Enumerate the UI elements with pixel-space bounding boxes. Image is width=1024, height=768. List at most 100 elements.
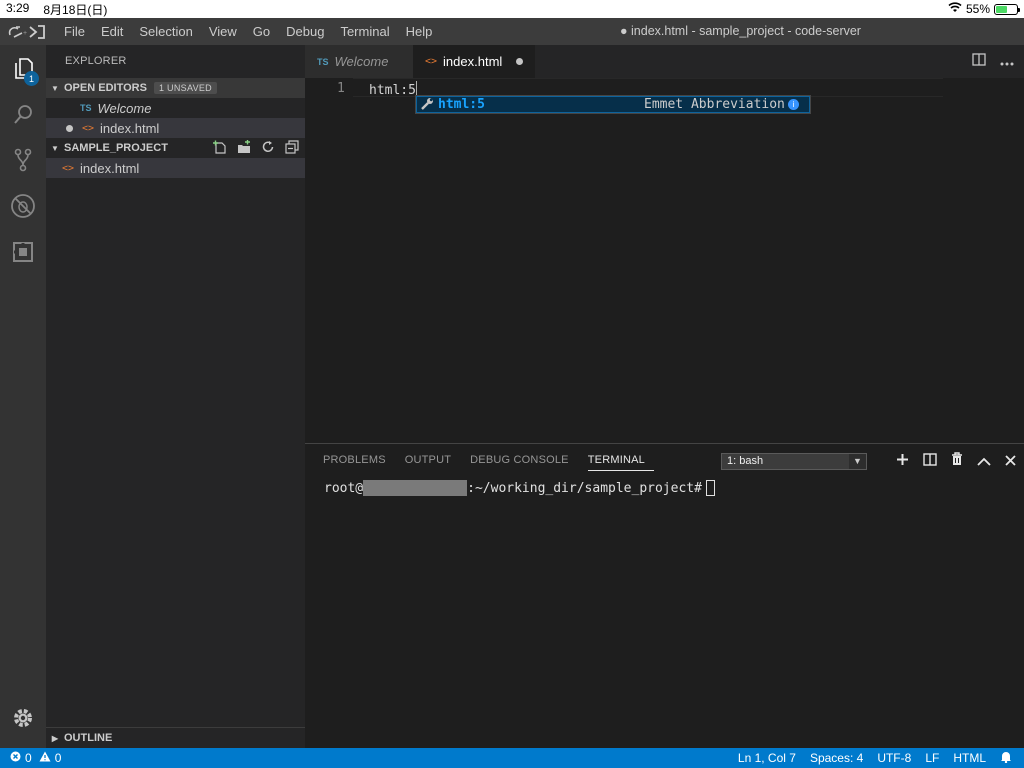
menu-debug[interactable]: Debug	[278, 18, 332, 45]
status-right: Ln 1, Col 7 Spaces: 4 UTF-8 LF HTML	[738, 750, 1024, 766]
more-actions-icon[interactable]	[1000, 53, 1014, 71]
unsaved-badge: 1 UNSAVED	[153, 82, 217, 94]
tab-label: index.html	[443, 54, 503, 69]
suggest-widget: html:5 Emmet Abbreviation i	[415, 95, 811, 114]
bottom-panel: PROBLEMS OUTPUT DEBUG CONSOLE TERMINAL 1…	[305, 443, 1024, 748]
chevron-down-icon: ▼	[51, 83, 59, 93]
terminal-path: :~/working_dir/sample_project#	[467, 480, 702, 496]
info-icon[interactable]: i	[788, 99, 799, 110]
chevron-right-icon: ▶	[51, 733, 59, 743]
search-icon	[11, 102, 35, 131]
svg-text:+: +	[23, 30, 27, 37]
terminal-user: root@	[324, 480, 364, 496]
code-line[interactable]: html:5	[369, 81, 417, 98]
menu-selection[interactable]: Selection	[131, 18, 200, 45]
encoding[interactable]: UTF-8	[877, 751, 911, 765]
open-editor-label: index.html	[100, 120, 160, 136]
panel-tabs: PROBLEMS OUTPUT DEBUG CONSOLE TERMINAL	[323, 454, 664, 471]
html-file-icon: <>	[425, 56, 438, 67]
sidebar-title: EXPLORER	[65, 55, 127, 67]
split-terminal-icon[interactable]	[923, 452, 937, 471]
wifi-icon	[948, 2, 962, 16]
close-icon[interactable]	[1005, 453, 1016, 471]
typescript-file-icon: TS	[80, 103, 92, 113]
title-bar: + File Edit Selection View Go Debug Term…	[0, 18, 1024, 45]
open-editor-label: Welcome	[97, 100, 152, 116]
html-file-icon: <>	[82, 122, 95, 134]
tab-debug-console[interactable]: DEBUG CONSOLE	[470, 454, 578, 471]
editor-actions	[972, 45, 1014, 78]
error-icon	[10, 751, 21, 765]
wrench-icon	[421, 97, 434, 114]
debug-activity[interactable]	[0, 185, 46, 231]
battery-icon	[994, 3, 1020, 15]
new-file-icon[interactable]	[212, 140, 226, 157]
maximize-panel-icon[interactable]	[977, 453, 991, 471]
menu-edit[interactable]: Edit	[93, 18, 131, 45]
project-header[interactable]: ▼ SAMPLE_PROJECT	[46, 138, 305, 158]
chevron-down-icon: ▼	[849, 454, 866, 469]
manage-activity[interactable]	[0, 697, 46, 743]
redacted-hostname	[363, 480, 468, 496]
search-activity[interactable]	[0, 93, 46, 139]
open-editor-index-html[interactable]: <> index.html	[46, 118, 305, 138]
tab-label: Welcome	[334, 54, 389, 69]
code-server-logo: +	[0, 18, 56, 45]
code-text: html:5	[369, 83, 416, 98]
menu-go[interactable]: Go	[245, 18, 278, 45]
suggest-label: html:5	[438, 97, 485, 112]
unsaved-dot-icon[interactable]	[516, 58, 523, 65]
menu-view[interactable]: View	[201, 18, 245, 45]
activity-bar: 1	[0, 45, 46, 748]
extensions-activity[interactable]	[0, 231, 46, 277]
indentation[interactable]: Spaces: 4	[810, 751, 863, 765]
menu-file[interactable]: File	[56, 18, 93, 45]
project-title: SAMPLE_PROJECT	[64, 142, 168, 154]
new-terminal-icon[interactable]	[896, 453, 909, 471]
explorer-activity[interactable]: 1	[0, 47, 46, 93]
error-count: 0	[25, 751, 32, 765]
tab-index-html[interactable]: <> index.html	[413, 45, 535, 78]
tab-problems[interactable]: PROBLEMS	[323, 454, 395, 471]
unsaved-dot-icon[interactable]	[66, 124, 73, 132]
problems-status[interactable]: 0 0	[0, 751, 61, 765]
terminal-select[interactable]: 1: bash ▼	[721, 453, 867, 470]
open-editors-header[interactable]: ▼ OPEN EDITORS 1 UNSAVED	[46, 78, 305, 98]
refresh-icon[interactable]	[261, 140, 275, 157]
tab-terminal[interactable]: TERMINAL	[587, 454, 654, 471]
tab-welcome[interactable]: TS Welcome	[305, 45, 413, 78]
html-file-icon: <>	[62, 162, 75, 174]
terminal-select-value: 1: bash	[727, 455, 764, 467]
editor-tabs: TS Welcome <> index.html	[305, 45, 1024, 78]
bell-icon[interactable]	[1000, 750, 1012, 766]
project-file-index-html[interactable]: <> index.html	[46, 158, 305, 178]
language-mode[interactable]: HTML	[953, 751, 986, 765]
terminal-cursor	[705, 480, 715, 496]
outline-header[interactable]: ▶ OUTLINE	[46, 727, 305, 748]
status-time: 3:29	[6, 0, 30, 15]
status-date: 8月18日(日)	[43, 2, 108, 17]
terminal-output[interactable]: root@ :~/working_dir/sample_project#	[324, 480, 715, 496]
split-editor-icon[interactable]	[972, 52, 986, 71]
menu-help[interactable]: Help	[398, 18, 441, 45]
ios-status-bar: 3:29 8月18日(日) 55%	[0, 0, 1024, 18]
cursor-position[interactable]: Ln 1, Col 7	[738, 751, 796, 765]
open-editor-welcome[interactable]: TS Welcome	[46, 98, 305, 118]
menu-terminal[interactable]: Terminal	[332, 18, 397, 45]
source-control-icon	[11, 147, 35, 178]
project-file-label: index.html	[80, 160, 140, 176]
gear-icon	[12, 707, 34, 734]
collapse-all-icon[interactable]	[285, 139, 299, 157]
typescript-file-icon: TS	[317, 56, 329, 67]
trash-icon[interactable]	[951, 452, 963, 471]
open-editors-title: OPEN EDITORS	[64, 82, 147, 94]
source-control-activity[interactable]	[0, 139, 46, 185]
panel-actions	[896, 452, 1016, 471]
new-folder-icon[interactable]	[236, 139, 251, 157]
text-cursor	[415, 81, 417, 96]
menu-bar: File Edit Selection View Go Debug Termin…	[56, 18, 440, 45]
warning-icon	[39, 751, 51, 765]
explorer-sidebar: EXPLORER ▼ OPEN EDITORS 1 UNSAVED TS Wel…	[46, 45, 305, 748]
end-of-line[interactable]: LF	[925, 751, 939, 765]
tab-output[interactable]: OUTPUT	[405, 454, 460, 471]
